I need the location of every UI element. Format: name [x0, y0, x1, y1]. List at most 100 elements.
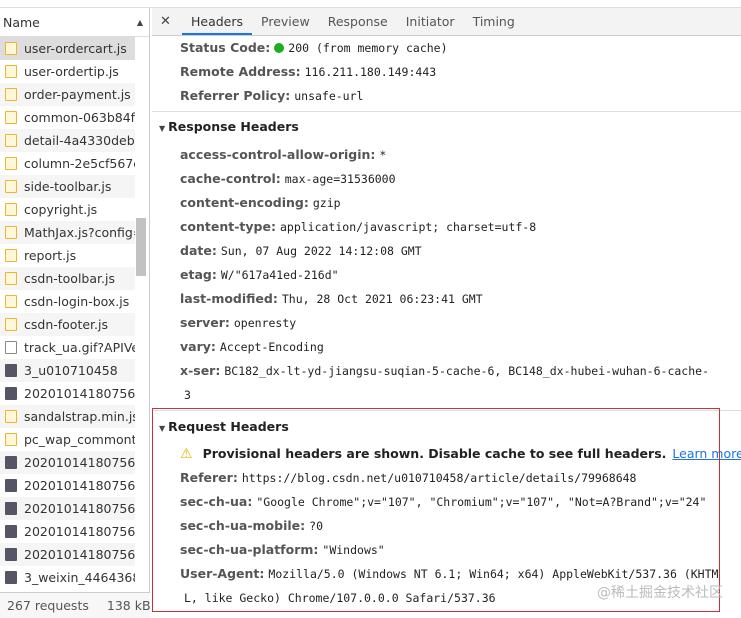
header-row: vary: Accept-Encoding [180, 339, 324, 354]
response-headers-section[interactable]: ▼ Response Headers [159, 119, 299, 134]
header-row: Remote Address: 116.211.180.149:443 [180, 64, 436, 79]
request-row[interactable]: track_ua.gif?APIVer [0, 336, 135, 359]
header-key: content-type: [180, 219, 276, 234]
request-name: 202010141807569. [24, 386, 135, 401]
request-name: 202010141807569. [24, 501, 135, 516]
request-name: order-payment.js [24, 87, 131, 102]
header-row: 3 [180, 387, 191, 402]
request-row[interactable]: side-toolbar.js [0, 175, 135, 198]
request-name: 3_weixin_44643680 [24, 570, 135, 585]
request-row[interactable]: csdn-footer.js [0, 313, 135, 336]
header-row: access-control-allow-origin: * [180, 147, 386, 162]
header-value: application/javascript; charset=utf-8 [279, 220, 537, 234]
document-icon [5, 341, 17, 354]
tab-initiator[interactable]: Initiator [397, 8, 464, 35]
collapse-triangle-icon[interactable]: ▼ [159, 124, 165, 133]
request-row[interactable]: sandalstrap.min.js [0, 405, 135, 428]
header-key: cache-control: [180, 171, 281, 186]
request-name: csdn-login-box.js [24, 294, 130, 309]
header-value: Accept-Encoding [219, 340, 324, 354]
request-row[interactable]: user-ordertip.js [0, 60, 135, 83]
header-key: date: [180, 243, 217, 258]
request-name: report.js [24, 248, 77, 263]
request-row[interactable]: copyright.js [0, 198, 135, 221]
request-row[interactable]: report.js [0, 244, 135, 267]
tab-timing[interactable]: Timing [464, 8, 524, 35]
header-row: Status Code: 200 (from memory cache) [180, 40, 448, 55]
script-file-icon [5, 295, 17, 308]
script-file-icon [5, 410, 17, 423]
header-value: 3 [184, 388, 191, 402]
image-file-icon [5, 548, 17, 561]
request-row[interactable]: csdn-login-box.js [0, 290, 135, 313]
header-value: max-age=31536000 [284, 172, 396, 186]
request-name: 202010141807567. [24, 478, 135, 493]
request-row[interactable]: 202010141807569. [0, 543, 135, 566]
header-value: * [379, 148, 387, 162]
request-row[interactable]: user-ordercart.js [0, 37, 135, 60]
script-file-icon [5, 180, 17, 193]
request-rows: user-ordercart.js user-ordertip.js order-p… [0, 37, 149, 589]
request-name: 3_u010710458 [24, 363, 118, 378]
header-value: openresty [233, 316, 297, 330]
script-file-icon [5, 433, 17, 446]
request-row[interactable]: common-063b84f1 [0, 106, 135, 129]
header-row: content-type: application/javascript; cha… [180, 219, 536, 234]
close-icon[interactable]: ✕ [160, 8, 182, 35]
request-row[interactable]: MathJax.js?config= [0, 221, 135, 244]
request-row[interactable]: detail-4a4330deb2 [0, 129, 135, 152]
header-row: etag: W/"617a41ed-216d" [180, 267, 339, 282]
header-value: 116.211.180.149:443 [304, 65, 437, 79]
request-name: side-toolbar.js [24, 179, 112, 194]
script-file-icon [5, 157, 17, 170]
sort-up-icon[interactable]: ▲ [137, 8, 143, 37]
script-file-icon [5, 88, 17, 101]
request-row[interactable]: csdn-toolbar.js [0, 267, 135, 290]
request-row[interactable]: pc_wap_commont. [0, 428, 135, 451]
script-file-icon [5, 272, 17, 285]
request-row[interactable]: column-2e5cf567c. [0, 152, 135, 175]
request-name: pc_wap_commont. [24, 432, 135, 447]
image-file-icon [5, 387, 17, 400]
header-row: cache-control: max-age=31536000 [180, 171, 396, 186]
header-key: access-control-allow-origin: [180, 147, 376, 162]
request-row[interactable]: order-payment.js [0, 83, 135, 106]
scrollbar-thumb[interactable] [136, 218, 146, 276]
request-row[interactable]: 202010141807569. [0, 382, 135, 405]
tab-response[interactable]: Response [319, 8, 397, 35]
tab-preview[interactable]: Preview [252, 8, 319, 35]
request-name: csdn-footer.js [24, 317, 108, 332]
request-name: user-ordercart.js [24, 41, 127, 56]
image-file-icon [5, 364, 17, 377]
request-name: detail-4a4330deb2 [24, 133, 135, 148]
header-value: W/"617a41ed-216d" [220, 268, 339, 282]
request-row[interactable]: 202010141807567. [0, 520, 135, 543]
image-file-icon [5, 502, 17, 515]
request-name: 202010141807569. [24, 455, 135, 470]
script-file-icon [5, 42, 17, 55]
header-key: last-modified: [180, 291, 278, 306]
request-name: 202010141807567. [24, 524, 135, 539]
header-key: vary: [180, 339, 216, 354]
script-file-icon [5, 65, 17, 78]
script-file-icon [5, 203, 17, 216]
request-row[interactable]: 202010141807569. [0, 451, 135, 474]
request-name: MathJax.js?config= [24, 225, 135, 240]
image-file-icon [5, 571, 17, 584]
header-row: content-encoding: gzip [180, 195, 341, 210]
request-row[interactable]: 3_weixin_44643680 [0, 566, 135, 589]
header-key: x-ser: [180, 363, 221, 378]
tab-headers[interactable]: Headers [182, 8, 253, 35]
header-key: Remote Address: [180, 64, 301, 79]
request-name: sandalstrap.min.js [24, 409, 135, 424]
header-value: BC182_dx-lt-yd-jiangsu-suqian-5-cache-6,… [224, 364, 709, 378]
request-row[interactable]: 202010141807567. [0, 474, 135, 497]
header-value: Thu, 28 Oct 2021 06:23:41 GMT [281, 292, 483, 306]
request-row[interactable]: 202010141807569. [0, 497, 135, 520]
header-row: x-ser: BC182_dx-lt-yd-jiangsu-suqian-5-ca… [180, 363, 709, 378]
details-pane: ✕ Headers Preview Response Initiator Timing … [152, 8, 741, 618]
watermark: @稀土掘金技术社区 [597, 585, 723, 601]
header-key: content-encoding: [180, 195, 309, 210]
request-row[interactable]: 3_u010710458 [0, 359, 135, 382]
name-column-header[interactable]: Name ▲ [0, 8, 149, 37]
